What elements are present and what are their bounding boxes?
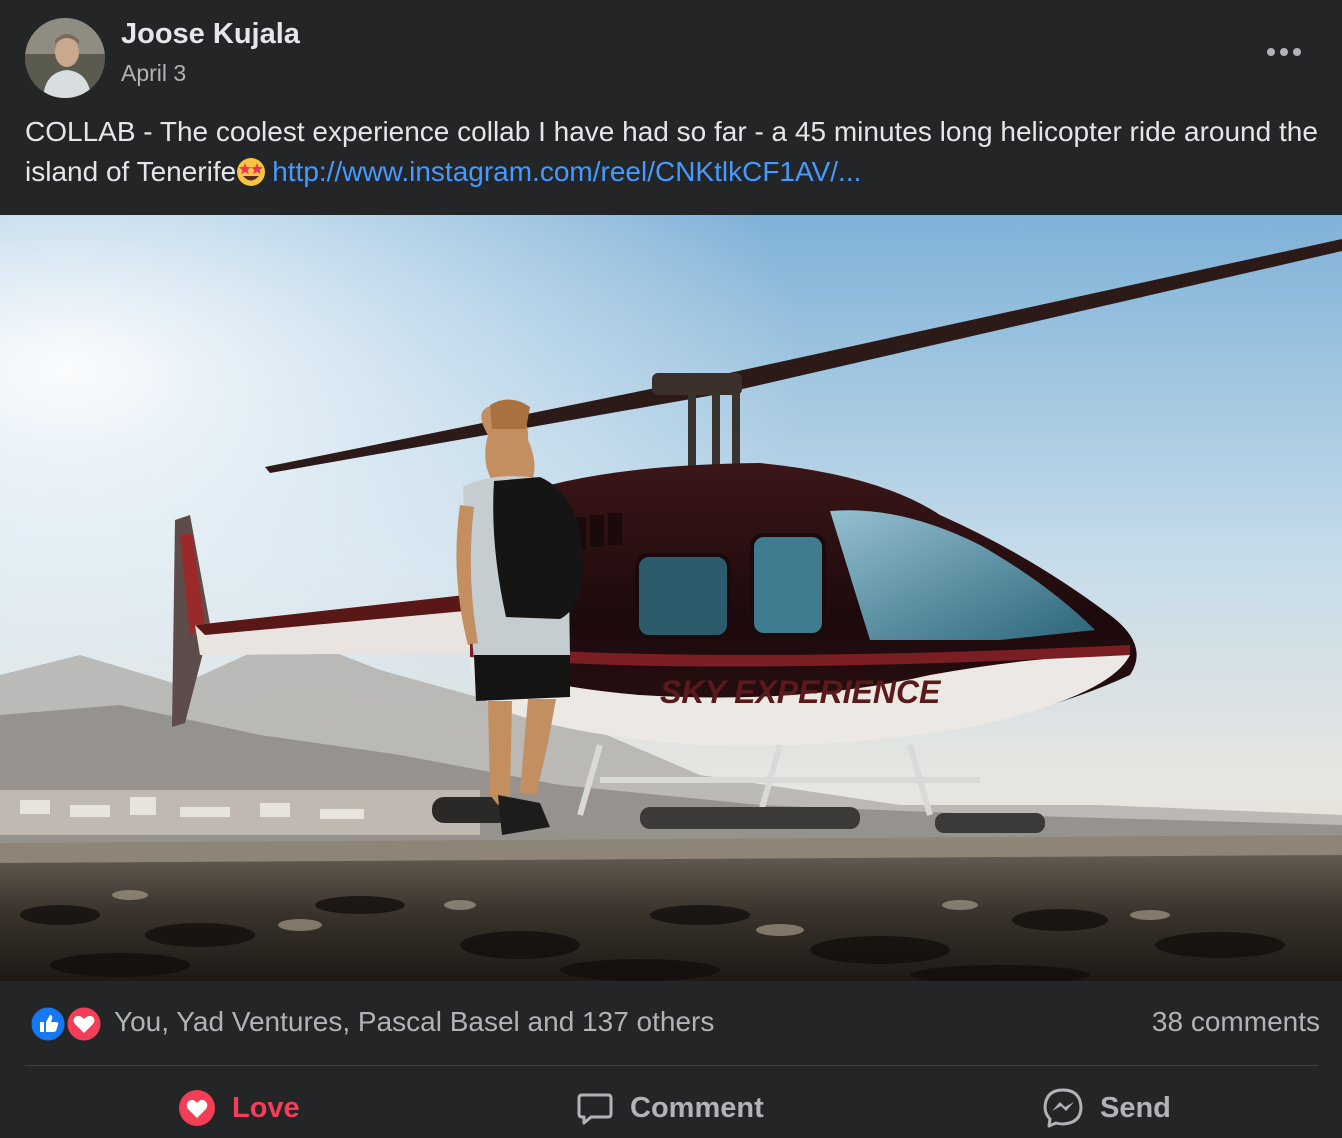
reactions-bar: You, Yad Ventures, Pascal Basel and 137 … [0, 981, 1342, 1067]
author-name[interactable]: Joose Kujala [121, 18, 300, 51]
author-avatar[interactable] [25, 18, 105, 98]
reaction-icons[interactable] [28, 1004, 106, 1044]
more-dots-icon [1267, 48, 1301, 56]
love-button[interactable]: Love [178, 1082, 300, 1134]
send-button[interactable]: Send [1042, 1082, 1171, 1134]
post-photo[interactable]: SKY EXPERIENCE [0, 215, 1342, 981]
more-options-button[interactable] [1258, 30, 1310, 74]
caption-link[interactable]: http://www.instagram.com/reel/CNKtlkCF1A… [272, 156, 861, 187]
post-caption: COLLAB - The coolest experience collab I… [25, 112, 1325, 198]
comment-button[interactable]: Comment [576, 1082, 764, 1134]
love-icon [64, 1004, 104, 1044]
love-label: Love [232, 1091, 300, 1124]
messenger-icon [1042, 1087, 1084, 1129]
comment-icon [576, 1089, 614, 1127]
like-icon [28, 1004, 68, 1044]
post-header: Joose Kujala April 3 [0, 0, 1342, 110]
photo-brand-text: SKY EXPERIENCE [660, 674, 942, 710]
post-date[interactable]: April 3 [121, 60, 186, 87]
send-label: Send [1100, 1091, 1171, 1124]
star-struck-emoji-icon [236, 157, 266, 198]
comments-count[interactable]: 38 comments [1152, 1006, 1320, 1038]
comment-label: Comment [630, 1091, 764, 1124]
reactors-summary[interactable]: You, Yad Ventures, Pascal Basel and 137 … [114, 1006, 714, 1038]
actions-divider [25, 1065, 1318, 1066]
love-icon [178, 1089, 216, 1127]
post-card: Joose Kujala April 3 COLLAB - The cooles… [0, 0, 1342, 1138]
